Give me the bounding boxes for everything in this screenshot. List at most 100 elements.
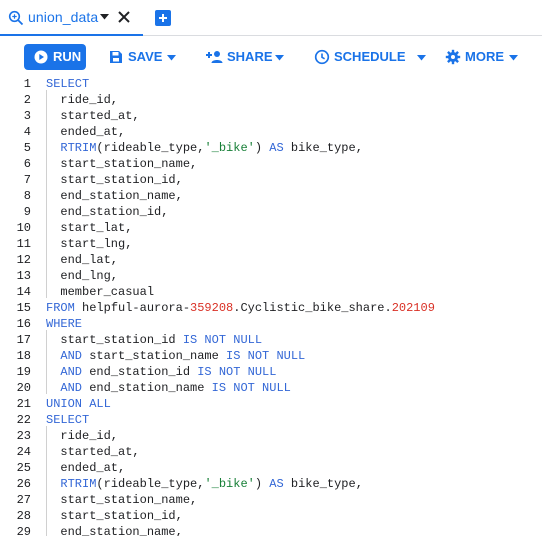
sql-text: start_station_name: [82, 349, 227, 363]
code-line[interactable]: 24 started_at,: [0, 444, 542, 460]
code-line[interactable]: 2 ride_id,: [0, 92, 542, 108]
code-line[interactable]: 5 RTRIM(rideable_type,'_bike') AS bike_t…: [0, 140, 542, 156]
code-line[interactable]: 12 end_lat,: [0, 252, 542, 268]
line-number: 14: [16, 285, 31, 299]
caret-down-icon: [509, 55, 518, 61]
code-line[interactable]: 7 start_station_id,: [0, 172, 542, 188]
code-text: start_lat,: [46, 220, 132, 236]
more-label: MORE: [465, 49, 504, 64]
code-line[interactable]: 15 FROM helpful-aurora-359208.Cyclistic_b…: [0, 300, 542, 316]
code-line[interactable]: 25 ended_at,: [0, 460, 542, 476]
sql-keyword: RTRIM: [60, 477, 97, 491]
code-text: ride_id,: [46, 428, 118, 444]
caret-down-icon: [417, 55, 426, 61]
query-toolbar: RUN SAVE SHARE SCHEDULE MORE: [0, 36, 542, 76]
code-line[interactable]: 21 UNION ALL: [0, 396, 542, 412]
code-line[interactable]: 4 ended_at,: [0, 124, 542, 140]
code-line[interactable]: 19 AND end_station_id IS NOT NULL: [0, 364, 542, 380]
code-line[interactable]: 3 started_at,: [0, 108, 542, 124]
sql-text: start_station_name,: [46, 493, 198, 507]
line-number: 19: [16, 365, 31, 379]
code-text: member_casual: [46, 284, 154, 300]
code-line[interactable]: 13 end_lng,: [0, 268, 542, 284]
sql-string: '_bike': [204, 477, 255, 491]
editor-scrollbar[interactable]: [534, 76, 542, 536]
code-text: start_station_id,: [46, 508, 182, 524]
code-line[interactable]: 11 start_lng,: [0, 236, 542, 252]
code-line[interactable]: 20 AND end_station_name IS NOT NULL: [0, 380, 542, 396]
sql-text: start_lng,: [46, 237, 133, 251]
sql-keyword: AND: [60, 381, 83, 395]
code-line[interactable]: 18 AND start_station_name IS NOT NULL: [0, 348, 542, 364]
sql-text: ended_at,: [46, 461, 126, 475]
sql-keyword: AS: [269, 141, 284, 155]
code-text: RTRIM(rideable_type,'_bike') AS bike_typ…: [46, 476, 363, 492]
sql-keyword: WHERE: [46, 317, 83, 331]
code-line[interactable]: 27 start_station_name,: [0, 492, 542, 508]
share-button[interactable]: SHARE: [205, 44, 285, 70]
close-icon[interactable]: [116, 9, 132, 25]
more-button[interactable]: MORE: [445, 44, 520, 70]
line-number: 29: [16, 525, 31, 536]
code-text: end_lat,: [46, 252, 118, 268]
code-line[interactable]: 10 start_lat,: [0, 220, 542, 236]
code-text: SELECT: [46, 76, 89, 92]
code-line[interactable]: 6 start_station_name,: [0, 156, 542, 172]
code-line[interactable]: 26 RTRIM(rideable_type,'_bike') AS bike_…: [0, 476, 542, 492]
line-number: 24: [16, 445, 31, 459]
code-line[interactable]: 29 end_station_name,: [0, 524, 542, 536]
line-number: 27: [16, 493, 31, 507]
line-number: 25: [16, 461, 31, 475]
code-line[interactable]: 9 end_station_id,: [0, 204, 542, 220]
code-text: UNION ALL: [46, 396, 111, 412]
line-number: 13: [16, 269, 31, 283]
editor-bottom-edge: [0, 536, 542, 556]
caret-down-icon[interactable]: [100, 14, 109, 20]
sql-editor[interactable]: 1 SELECT 2 ride_id, 3 started_at, 4 ended_at…: [0, 76, 542, 536]
code-text: end_station_name,: [46, 524, 182, 536]
sql-text: ride_id,: [46, 429, 119, 443]
line-number: 17: [16, 333, 31, 347]
sql-text: (rideable_type,: [96, 477, 205, 491]
sql-keyword: SELECT: [46, 77, 90, 91]
line-number: 12: [16, 253, 31, 267]
sql-text: start_station_name,: [46, 157, 198, 171]
sql-number: 359208: [190, 301, 234, 315]
sql-text: started_at,: [46, 445, 140, 459]
code-line[interactable]: 28 start_station_id,: [0, 508, 542, 524]
code-text: start_station_name,: [46, 492, 197, 508]
save-button[interactable]: SAVE: [108, 44, 178, 70]
new-tab-button[interactable]: [155, 10, 171, 26]
tab-union-data[interactable]: union_data: [0, 0, 143, 36]
line-number: 28: [16, 509, 31, 523]
line-number: 4: [23, 125, 31, 139]
line-number: 2: [23, 93, 31, 107]
code-line[interactable]: 23 ride_id,: [0, 428, 542, 444]
line-number: 26: [16, 477, 31, 491]
line-number: 16: [16, 317, 31, 331]
code-line[interactable]: 8 end_station_name,: [0, 188, 542, 204]
sql-text: end_station_id: [82, 365, 198, 379]
sql-keyword: SELECT: [46, 413, 90, 427]
caret-down-icon: [275, 55, 284, 61]
sql-keyword: AS: [269, 477, 284, 491]
line-number: 1: [23, 77, 31, 91]
line-number: 7: [23, 173, 31, 187]
play-circle-icon: [34, 50, 48, 64]
add-box-icon: [159, 14, 167, 22]
schedule-button[interactable]: SCHEDULE: [314, 44, 426, 70]
code-line[interactable]: 17 start_station_id IS NOT NULL: [0, 332, 542, 348]
code-text: end_station_id,: [46, 204, 168, 220]
line-number: 5: [23, 141, 31, 155]
run-button[interactable]: RUN: [24, 44, 86, 70]
sql-text: end_lng,: [46, 269, 119, 283]
line-number: 21: [16, 397, 31, 411]
sql-text: helpful-aurora-: [74, 301, 191, 315]
code-line[interactable]: 16 WHERE: [0, 316, 542, 332]
run-label: RUN: [53, 49, 82, 64]
code-line[interactable]: 14 member_casual: [0, 284, 542, 300]
code-line[interactable]: 1 SELECT: [0, 76, 542, 92]
code-line[interactable]: 22 SELECT: [0, 412, 542, 428]
